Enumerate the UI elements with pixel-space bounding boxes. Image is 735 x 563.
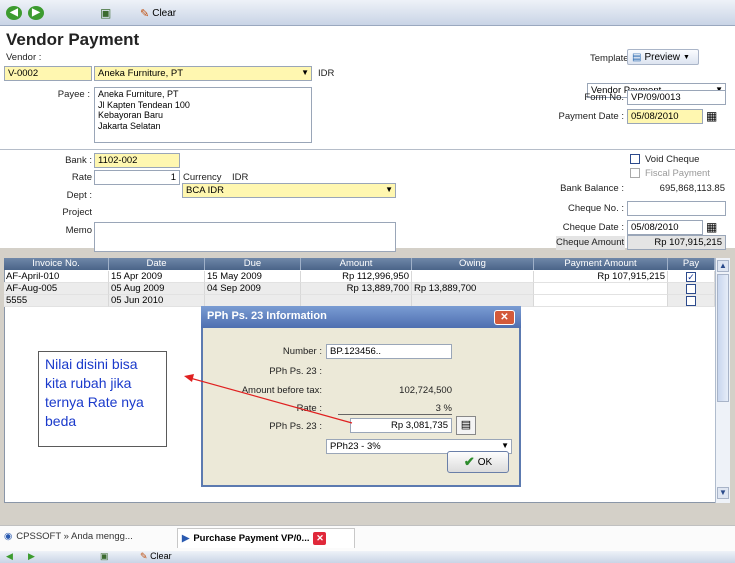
close-icon[interactable]: ✕ [313, 532, 327, 545]
taskbar-item[interactable]: ◉ CPSSOFT » Anda mengg... [4, 531, 133, 542]
eraser-icon: ✎ [140, 551, 148, 561]
taskbar-item-label: CPSSOFT » Anda mengg... [16, 531, 133, 542]
printer-icon[interactable]: ▣ [100, 551, 109, 562]
taskbar: ◉ CPSSOFT » Anda mengg... ▶ Purchase Payme… [0, 525, 735, 551]
app-icon: ◉ [4, 531, 13, 542]
annotation-arrow [184, 374, 353, 424]
taskbar-item-label: Purchase Payment VP/0... [193, 533, 310, 544]
back-arrow-icon[interactable]: ◀ [6, 551, 13, 562]
taskbar-item-active[interactable]: ▶ Purchase Payment VP/0... ✕ [177, 528, 355, 548]
forward-arrow-icon[interactable]: ▶ [28, 551, 35, 562]
clear-label: Clear [150, 551, 172, 561]
clear-button[interactable]: ✎ Clear [140, 551, 172, 562]
document-icon: ▶ [182, 533, 190, 544]
bottom-toolbar: ◀ ▶ ▣ ✎ Clear [0, 551, 735, 563]
